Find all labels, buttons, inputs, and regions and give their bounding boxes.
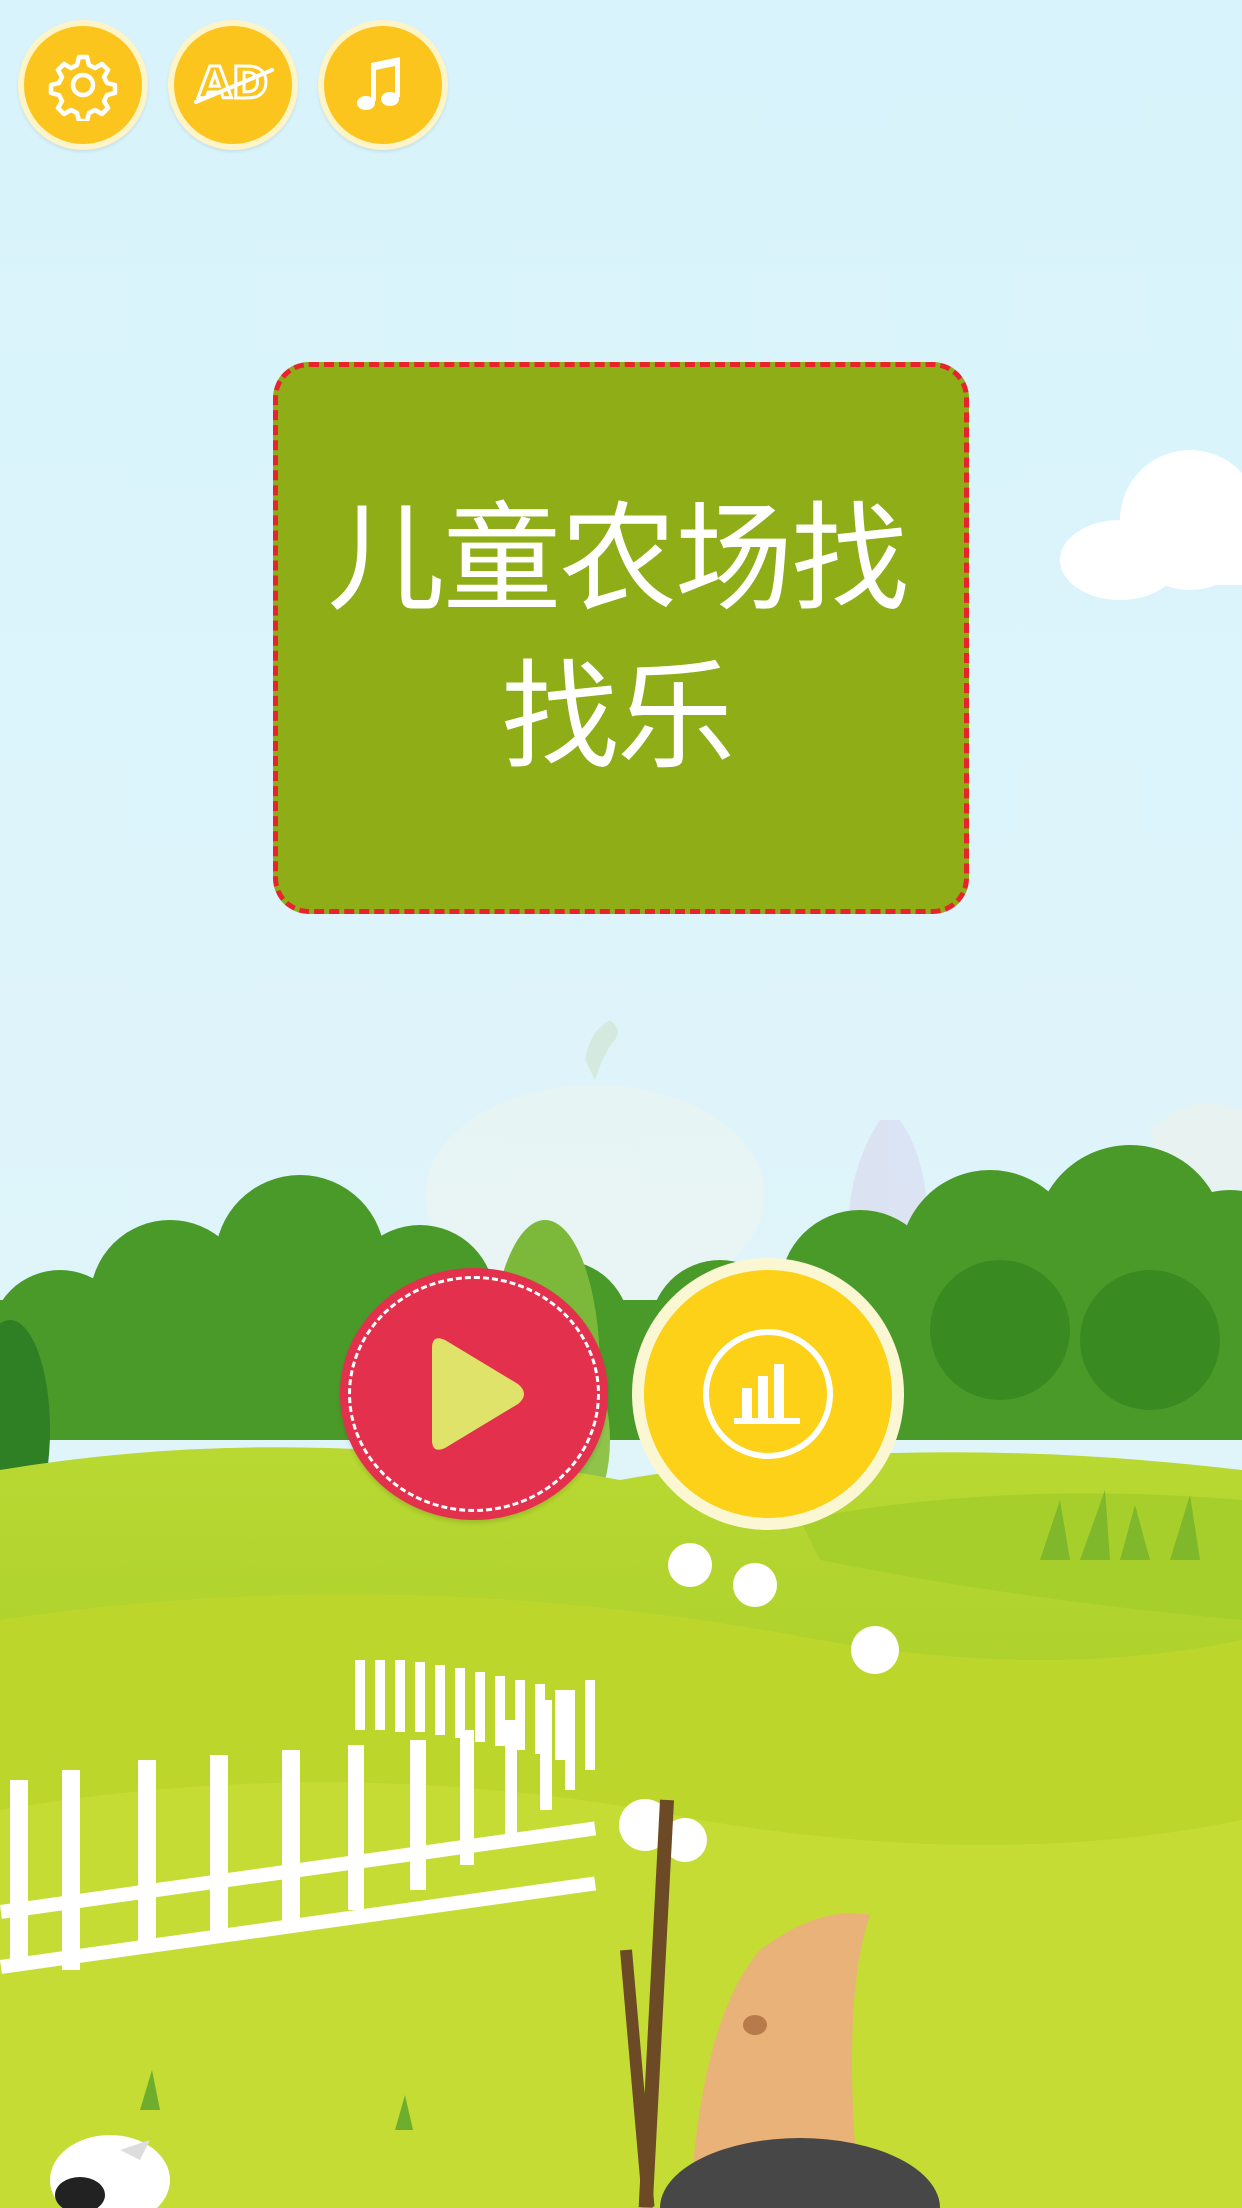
music-button[interactable] <box>318 20 448 150</box>
farm-background <box>0 0 1242 2208</box>
leaderboard-button[interactable] <box>632 1258 904 1530</box>
bar-chart-icon <box>703 1329 833 1459</box>
ad-crossed-icon: AD <box>194 57 274 111</box>
music-note-icon <box>357 57 400 110</box>
play-button[interactable] <box>340 1268 608 1520</box>
game-title: 儿童农场找找乐 <box>326 490 909 786</box>
ad-text: AD <box>198 58 269 109</box>
remove-ads-button[interactable]: AD <box>168 20 298 150</box>
gear-icon <box>48 54 118 121</box>
play-icon <box>432 1338 524 1450</box>
title-card: 儿童农场找找乐 <box>273 362 969 914</box>
settings-button[interactable] <box>18 20 148 150</box>
game-home-screen: AD 儿童农场找找乐 <box>0 0 1242 2208</box>
